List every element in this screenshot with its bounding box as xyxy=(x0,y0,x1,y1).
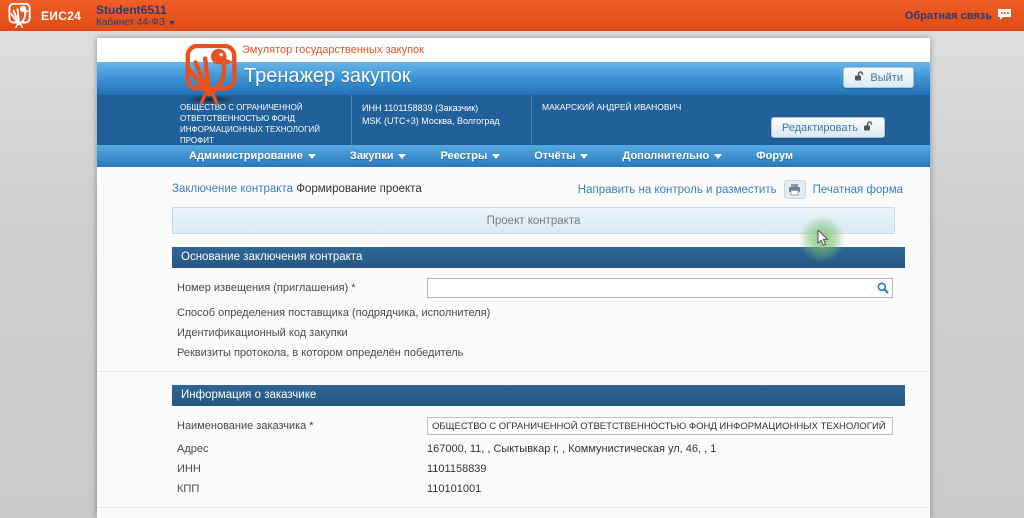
chevron-down-icon xyxy=(169,21,175,25)
feedback-link[interactable]: Обратная связь xyxy=(905,8,1012,23)
customer-name-input[interactable] xyxy=(427,417,893,435)
unlock-icon xyxy=(863,121,874,134)
edit-label: Редактировать xyxy=(782,122,858,134)
breadcrumb-current: Формирование проекта xyxy=(296,183,422,195)
trainer-logo-icon xyxy=(180,44,242,106)
brand-label: ЕИС24 xyxy=(41,9,81,23)
logout-button[interactable]: Выйти xyxy=(843,67,914,88)
actions-row: Заключение контракта Формирование проект… xyxy=(97,175,930,207)
chevron-down-icon xyxy=(308,154,316,159)
nav-administration[interactable]: Администрирование xyxy=(189,150,316,162)
field-label: Способ определения поставщика (подрядчик… xyxy=(177,307,490,319)
nav-reports[interactable]: Отчёты xyxy=(534,150,588,162)
chevron-down-icon xyxy=(398,154,406,159)
org-details: ИНН 1101158839 (Заказчик) MSK (UTC+3) Мо… xyxy=(352,95,532,145)
field-notice-number: Номер извещения (приглашения) * xyxy=(177,278,930,298)
field-label: ИНН xyxy=(177,463,427,475)
cabinet-label: Кабинет 44-ФЗ xyxy=(96,17,165,28)
field-customer-kpp: КПП 110101001 xyxy=(177,479,930,499)
breadcrumb-contract-link[interactable]: Заключение контракта xyxy=(172,183,293,195)
section-basis-header: Основание заключения контракта xyxy=(172,247,905,268)
field-label: Адрес xyxy=(177,443,427,455)
tab-contract-project[interactable]: Проект контракта xyxy=(172,207,895,234)
cabinet-dropdown[interactable]: Кабинет 44-ФЗ xyxy=(96,17,175,28)
section-customer-header: Информация о заказчике xyxy=(172,385,905,406)
field-customer-inn: ИНН 1101158839 xyxy=(177,459,930,479)
nav-label: Отчёты xyxy=(534,150,575,162)
section-basis-fields: Номер извещения (приглашения) * Способ о… xyxy=(97,268,930,372)
page-title: Тренажер закупок xyxy=(244,65,411,88)
field-label: Реквизиты протокола, в котором определён… xyxy=(177,347,463,359)
org-timezone: MSK (UTC+3) Москва, Волгоград xyxy=(362,115,523,128)
topbar: ЕИС24 Student6511 Кабинет 44-ФЗ Обратная… xyxy=(0,0,1024,31)
toolbar-actions: Направить на контроль и разместить Печат… xyxy=(578,180,903,199)
nav-label: Реестры xyxy=(440,150,487,162)
field-customer-name: Наименование заказчика * xyxy=(177,416,930,436)
nav-forum[interactable]: Форум xyxy=(756,150,793,162)
main-nav: Администрирование Закупки Реестры Отчёты… xyxy=(97,145,930,167)
eis24-logo-icon xyxy=(6,3,33,28)
chevron-down-icon xyxy=(580,154,588,159)
nav-label: Закупки xyxy=(350,150,394,162)
printer-icon[interactable] xyxy=(784,180,806,199)
customer-kpp-value: 110101001 xyxy=(427,483,481,495)
field-label: Номер извещения (приглашения) * xyxy=(177,282,427,294)
nav-label: Форум xyxy=(756,150,793,162)
app-root: ЕИС24 Student6511 Кабинет 44-ФЗ Обратная… xyxy=(0,0,1024,518)
user-name: Student6511 xyxy=(96,3,167,17)
search-icon[interactable] xyxy=(877,282,889,297)
tagline: Эмулятор государственных закупок xyxy=(242,44,424,56)
field-label: Наименование заказчика * xyxy=(177,420,427,432)
field-protocol-details: Реквизиты протокола, в котором определён… xyxy=(177,343,930,363)
feedback-label: Обратная связь xyxy=(905,10,992,22)
notice-number-input[interactable] xyxy=(427,278,893,298)
nav-purchases[interactable]: Закупки xyxy=(350,150,407,162)
nav-label: Дополнительно xyxy=(622,150,709,162)
tab-label: Проект контракта xyxy=(487,215,581,227)
print-form-link[interactable]: Печатная форма xyxy=(813,184,903,196)
field-determination-method: Способ определения поставщика (подрядчик… xyxy=(177,303,930,323)
nav-label: Администрирование xyxy=(189,150,303,162)
org-inn: ИНН 1101158839 (Заказчик) xyxy=(362,102,523,115)
field-purchase-id-code: Идентификационный код закупки xyxy=(177,323,930,343)
submit-control-link[interactable]: Направить на контроль и разместить xyxy=(578,184,777,196)
customer-address-value: 167000, 11, , Сыктывкар г, , Коммунистич… xyxy=(427,443,716,455)
chevron-down-icon xyxy=(714,154,722,159)
field-customer-address: Адрес 167000, 11, , Сыктывкар г, , Комму… xyxy=(177,439,930,459)
breadcrumb: Заключение контракта Формирование проект… xyxy=(172,183,422,195)
chevron-down-icon xyxy=(492,154,500,159)
section-customer-fields: Наименование заказчика * Адрес 167000, 1… xyxy=(97,406,930,508)
logout-label: Выйти xyxy=(870,72,903,84)
edit-profile-button[interactable]: Редактировать xyxy=(771,117,885,138)
unlock-icon xyxy=(854,71,865,84)
nav-registries[interactable]: Реестры xyxy=(440,150,500,162)
chat-bubble-icon xyxy=(997,8,1012,23)
nav-additional[interactable]: Дополнительно xyxy=(622,150,722,162)
main-panel: Эмулятор государственных закупок Тренаже… xyxy=(97,38,930,518)
customer-inn-value: 1101158839 xyxy=(427,463,487,475)
field-label: Идентификационный код закупки xyxy=(177,327,348,339)
field-label: КПП xyxy=(177,483,427,495)
